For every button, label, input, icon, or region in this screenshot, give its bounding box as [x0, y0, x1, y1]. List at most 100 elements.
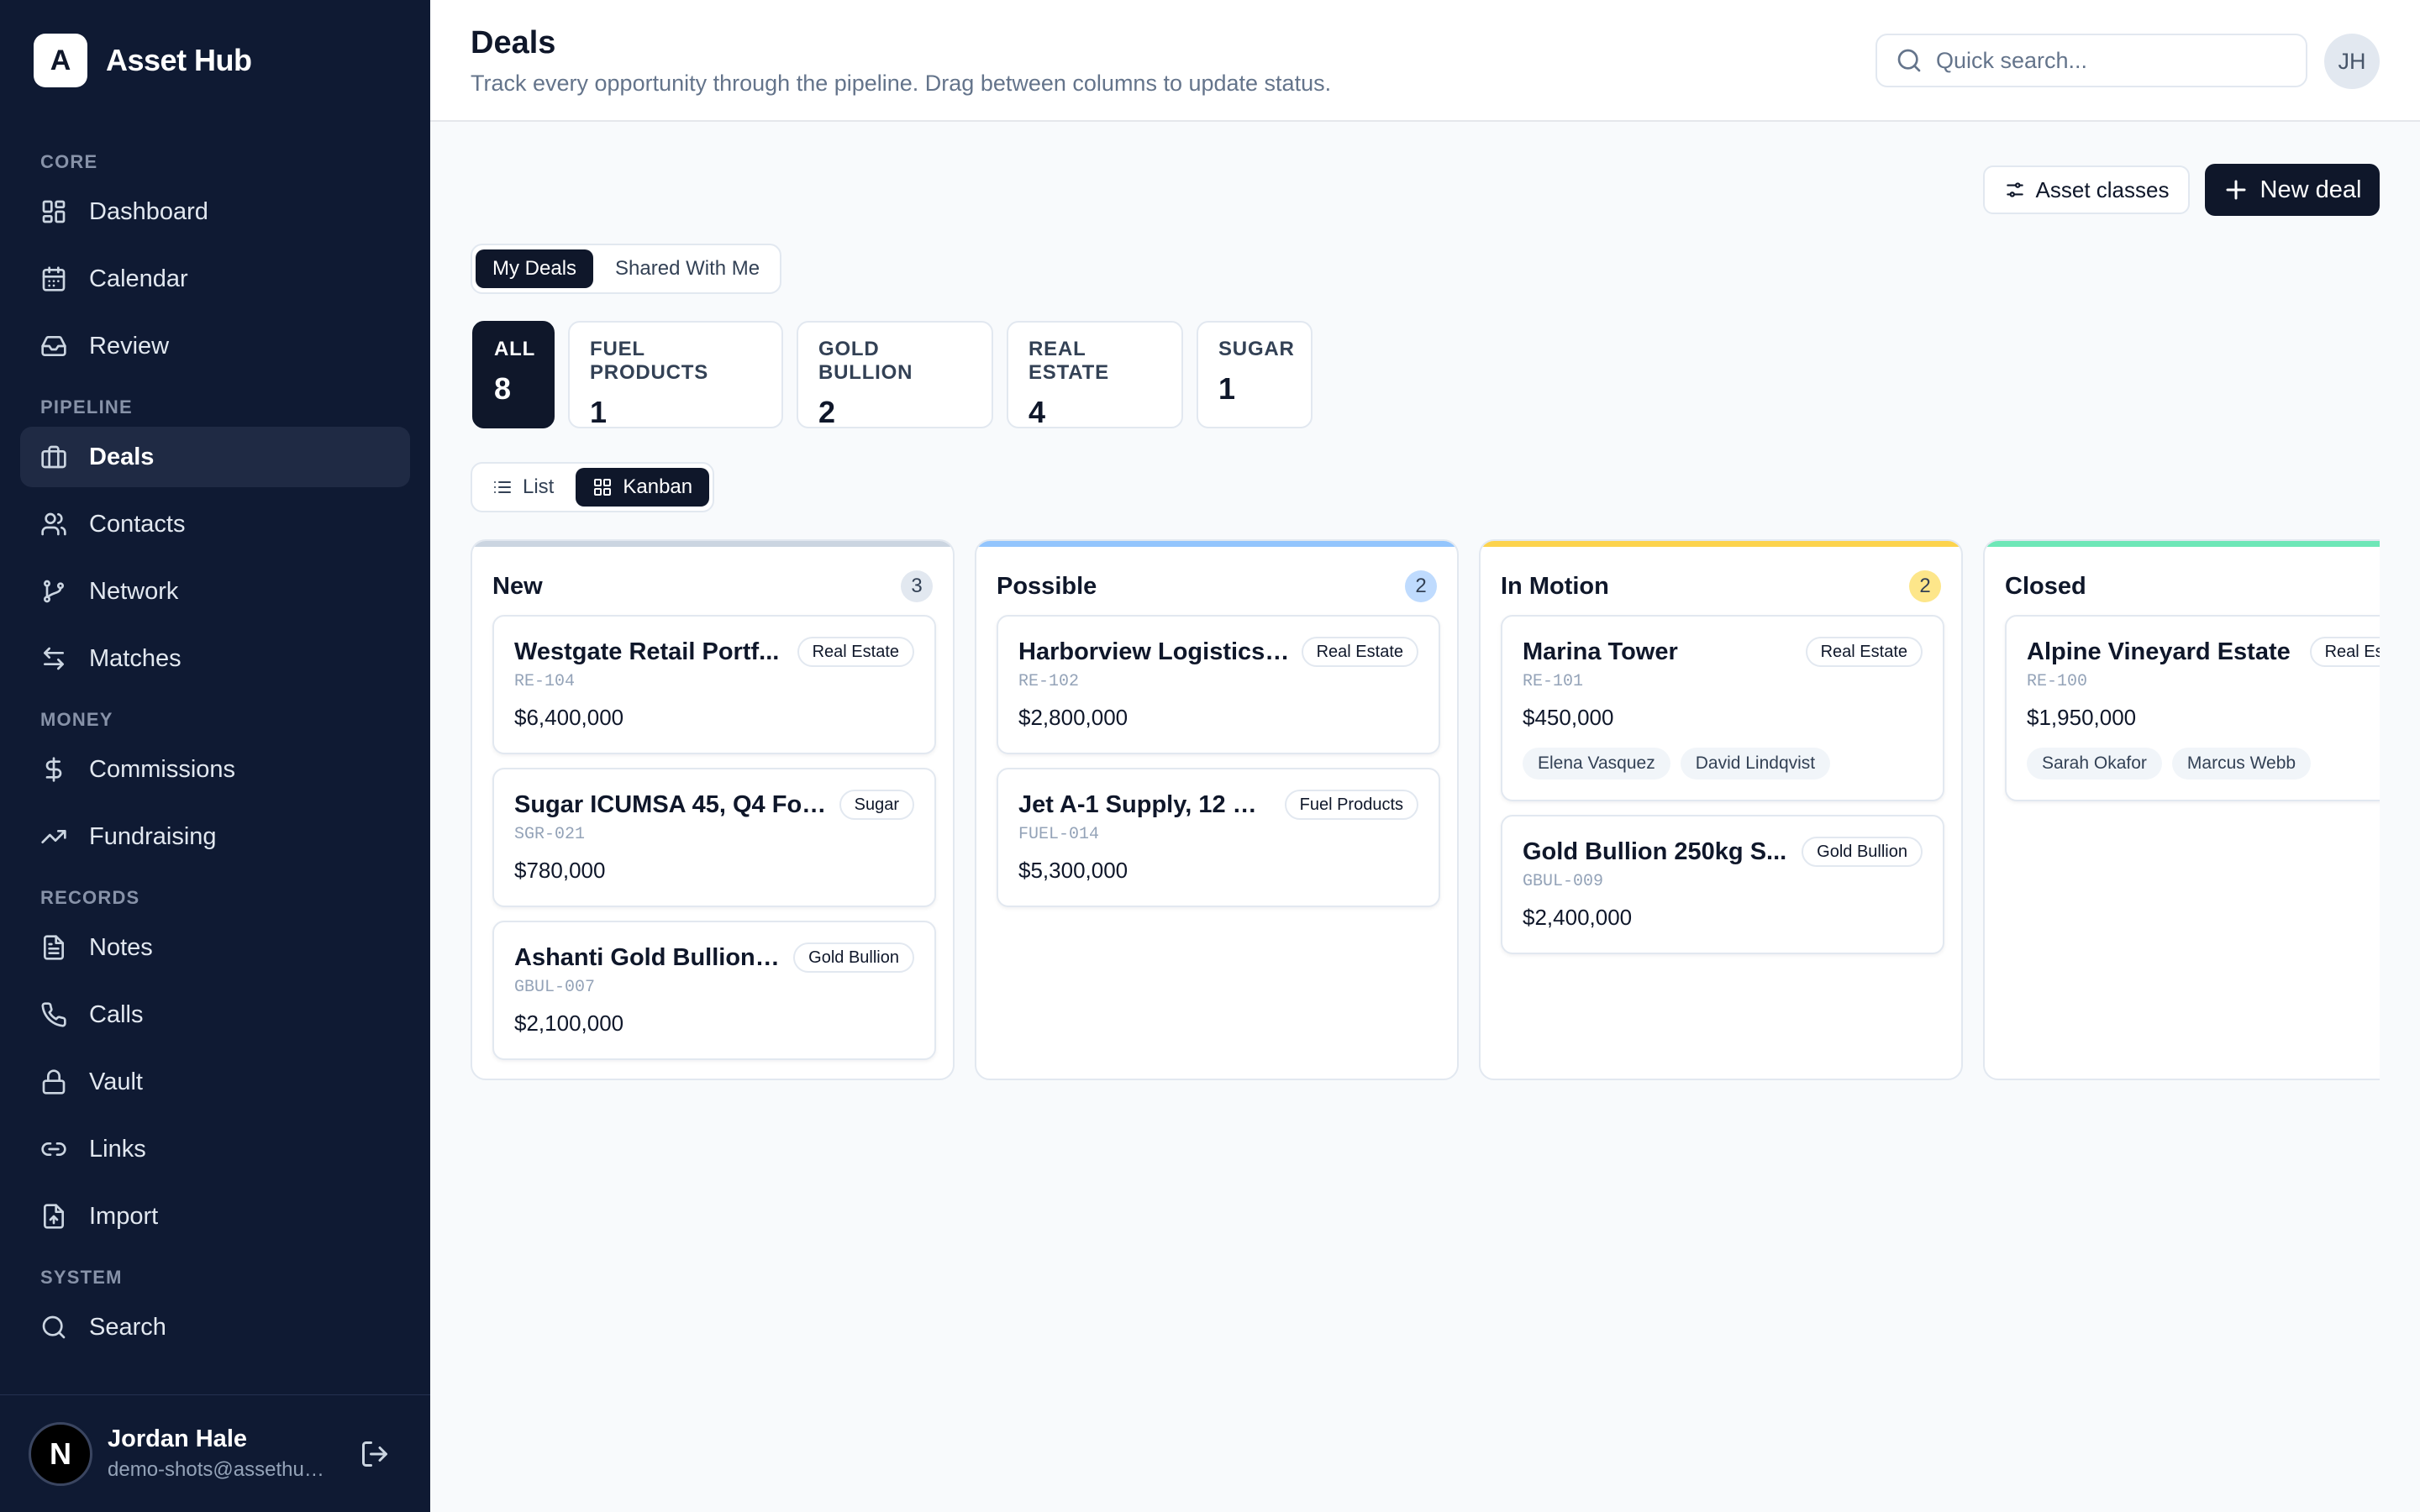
- sidebar-item-dashboard[interactable]: Dashboard: [20, 181, 410, 242]
- sidebar-item-fundraising[interactable]: Fundraising: [20, 806, 410, 867]
- deal-code: RE-101: [1523, 672, 1584, 691]
- deal-card[interactable]: Sugar ICUMSA 45, Q4 For... Sugar SGR-021…: [492, 768, 936, 907]
- new-deal-label: New deal: [2260, 176, 2362, 203]
- deal-code: RE-104: [514, 672, 576, 691]
- sidebar-item-label: Review: [89, 332, 170, 360]
- sidebar: A Asset Hub CORE Dashboard Calendar Revi…: [0, 0, 430, 1512]
- user-info: Jordan Hale demo-shots@assethub.app: [108, 1425, 326, 1482]
- deal-card[interactable]: Ashanti Gold Bullion ... Gold Bullion GB…: [492, 921, 936, 1060]
- asset-class-tag: Real Estate: [797, 637, 914, 667]
- deal-name: Alpine Vineyard Estate: [2027, 638, 2291, 665]
- deal-card[interactable]: Marina Tower Real Estate RE-101 $450,000…: [1501, 615, 1944, 801]
- list-view-tab[interactable]: List: [476, 468, 571, 507]
- filter-label: FUEL PRODUCTS: [590, 338, 709, 384]
- page-title: Deals: [471, 25, 556, 60]
- column-title: Possible: [997, 572, 1097, 600]
- person-chip[interactable]: Sarah Okafor: [2027, 748, 2162, 780]
- deal-card[interactable]: Gold Bullion 250kg S... Gold Bullion GBU…: [1501, 815, 1944, 954]
- asset-class-filters: ALL 8 FUEL PRODUCTS 1 GOLD BULLION 2 REA…: [472, 321, 1313, 429]
- sidebar-item-notes[interactable]: Notes: [20, 917, 410, 978]
- asset-class-tag: Real Estate: [1805, 637, 1923, 667]
- sidebar-item-network[interactable]: Network: [20, 561, 410, 622]
- deal-name: Sugar ICUMSA 45, Q4 For...: [514, 790, 828, 818]
- card-header: Jet A-1 Supply, 12 M... Fuel Products: [1018, 790, 1418, 820]
- asset-classes-label: Asset classes: [2035, 176, 2170, 202]
- sidebar-item-deals[interactable]: Deals: [20, 427, 410, 487]
- quick-search[interactable]: [1876, 34, 2307, 87]
- deal-amount: $780,000: [514, 858, 606, 883]
- sidebar-item-import[interactable]: Import: [20, 1186, 410, 1247]
- filter-label: REAL ESTATE: [1028, 338, 1109, 384]
- asset-class-tag: Gold Bullion: [1802, 837, 1923, 867]
- sidebar-item-contacts[interactable]: Contacts: [20, 494, 410, 554]
- user-name: Jordan Hale: [108, 1425, 247, 1452]
- kanban-view-tab[interactable]: Kanban: [576, 468, 710, 507]
- user-profile: N Jordan Hale demo-shots@assethub.app: [0, 1394, 430, 1512]
- nav-section-records: RECORDS: [40, 887, 140, 908]
- sidebar-item-label: Commissions: [89, 755, 236, 783]
- nav-section-pipeline: PIPELINE: [40, 396, 133, 417]
- deal-people: Sarah Okafor Marcus Webb: [2027, 748, 2380, 780]
- deal-card[interactable]: Jet A-1 Supply, 12 M... Fuel Products FU…: [997, 768, 1440, 907]
- sidebar-item-commissions[interactable]: Commissions: [20, 739, 410, 800]
- column-in-motion: In Motion 2 Marina Tower Real Estate RE-…: [1479, 539, 1963, 1080]
- deal-name: Ashanti Gold Bullion ...: [514, 943, 782, 971]
- person-chip[interactable]: David Lindqvist: [1680, 748, 1831, 780]
- filter-count: 4: [1028, 395, 1046, 429]
- logout-icon[interactable]: [360, 1439, 390, 1469]
- filter-all[interactable]: ALL 8: [472, 321, 555, 428]
- sidebar-item-label: Vault: [89, 1068, 143, 1095]
- list-view-label: List: [523, 475, 555, 498]
- filter-sugar[interactable]: SUGAR 1: [1197, 321, 1313, 428]
- calendar-icon: [40, 265, 67, 292]
- filter-label: ALL: [494, 338, 536, 360]
- asset-classes-button[interactable]: Asset classes: [1983, 165, 2190, 214]
- sidebar-item-label: Notes: [89, 933, 153, 961]
- deal-name: Westgate Retail Portf...: [514, 638, 780, 665]
- deal-amount: $6,400,000: [514, 705, 624, 730]
- kanban-view-label: Kanban: [623, 475, 693, 498]
- share-toggle: My Deals Shared With Me: [471, 244, 782, 294]
- card-header: Ashanti Gold Bullion ... Gold Bullion: [514, 942, 914, 973]
- my-deals-tab[interactable]: My Deals: [476, 249, 594, 288]
- sidebar-item-label: Calendar: [89, 265, 188, 292]
- filter-gold-bullion[interactable]: GOLD BULLION 2: [797, 321, 993, 429]
- deal-amount: $5,300,000: [1018, 858, 1128, 883]
- person-chip[interactable]: Marcus Webb: [2171, 748, 2312, 780]
- arrows-icon: [40, 645, 67, 672]
- nav-section-system: SYSTEM: [40, 1267, 123, 1288]
- filter-label: GOLD BULLION: [818, 338, 913, 384]
- avatar[interactable]: N: [29, 1421, 92, 1486]
- search-input[interactable]: [1936, 47, 2289, 74]
- card-header: Alpine Vineyard Estate Real Estate: [2027, 637, 2380, 667]
- sidebar-item-matches[interactable]: Matches: [20, 628, 410, 689]
- sidebar-item-links[interactable]: Links: [20, 1119, 410, 1179]
- sidebar-item-calendar[interactable]: Calendar: [20, 249, 410, 309]
- sidebar-item-label: Dashboard: [89, 197, 208, 225]
- shared-with-me-tab[interactable]: Shared With Me: [598, 249, 776, 288]
- dollar-icon: [40, 756, 67, 783]
- search-icon: [1896, 47, 1923, 74]
- deal-name: Jet A-1 Supply, 12 M...: [1018, 790, 1273, 818]
- column-header: Possible 2: [997, 570, 1437, 603]
- deal-card[interactable]: Westgate Retail Portf... Real Estate RE-…: [492, 615, 936, 754]
- column-possible: Possible 2 Harborview Logistics ... Real…: [975, 539, 1459, 1080]
- sidebar-item-vault[interactable]: Vault: [20, 1052, 410, 1112]
- search-icon: [40, 1314, 67, 1341]
- avatar[interactable]: JH: [2324, 34, 2380, 89]
- person-chip[interactable]: Elena Vasquez: [1523, 748, 1670, 780]
- deal-code: RE-102: [1018, 672, 1080, 691]
- sidebar-item-search[interactable]: Search: [20, 1297, 410, 1357]
- sidebar-item-review[interactable]: Review: [20, 316, 410, 376]
- brand[interactable]: A Asset Hub: [34, 34, 252, 87]
- network-icon: [40, 578, 67, 605]
- sliders-icon: [2004, 179, 2026, 201]
- column-header: Closed: [2005, 570, 2380, 603]
- filter-real-estate[interactable]: REAL ESTATE 4: [1007, 321, 1183, 429]
- deal-card[interactable]: Alpine Vineyard Estate Real Estate RE-10…: [2005, 615, 2380, 801]
- sidebar-item-calls[interactable]: Calls: [20, 984, 410, 1045]
- filter-fuel-products[interactable]: FUEL PRODUCTS 1: [568, 321, 783, 429]
- card-header: Westgate Retail Portf... Real Estate: [514, 637, 914, 667]
- new-deal-button[interactable]: New deal: [2205, 164, 2380, 216]
- deal-card[interactable]: Harborview Logistics ... Real Estate RE-…: [997, 615, 1440, 754]
